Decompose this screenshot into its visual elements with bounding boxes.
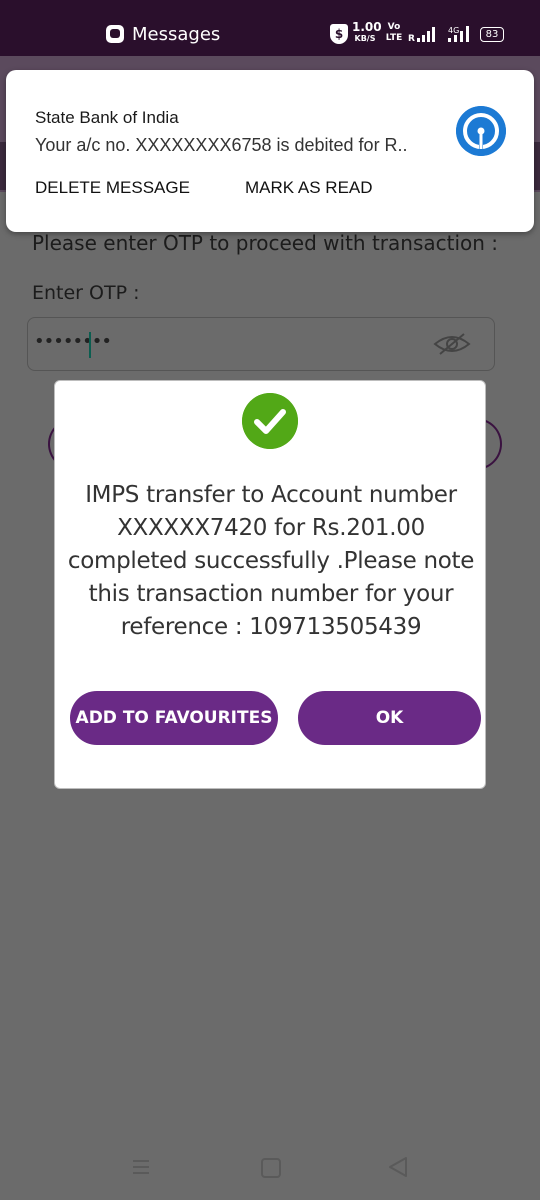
otp-label: Enter OTP :	[32, 282, 140, 304]
status-bar: Messages $ 1.00 KB/S Vo LTE R 4G 83	[0, 0, 540, 56]
notification-preview: Your a/c no. XXXXXXXX6758 is debited for…	[35, 135, 408, 155]
network-speed: 1.00 KB/S	[352, 21, 382, 44]
back-icon[interactable]	[387, 1155, 409, 1179]
otp-prompt: Please enter OTP to proceed with transac…	[32, 231, 499, 255]
network-speed-value: 1.00	[352, 20, 382, 34]
battery-indicator: 83	[480, 27, 504, 42]
svg-text:R: R	[408, 34, 415, 44]
shield-icon: $	[330, 24, 348, 44]
home-icon[interactable]	[261, 1158, 281, 1178]
notification-sender: State Bank of India	[35, 108, 179, 127]
volte-indicator: Vo LTE	[384, 22, 404, 44]
eye-off-icon[interactable]	[432, 330, 472, 358]
delete-message-button[interactable]: DELETE MESSAGE	[35, 178, 190, 198]
ok-button[interactable]: OK	[298, 691, 481, 745]
network-speed-unit: KB/S	[354, 34, 376, 43]
transfer-success-message: IMPS transfer to Account number XXXXXX74…	[67, 482, 475, 640]
signal-roaming-icon: R	[408, 27, 435, 44]
otp-masked-value: ••••••••	[34, 331, 112, 352]
add-to-favourites-button[interactable]: ADD TO FAVOURITES	[70, 691, 278, 745]
sbi-logo-icon	[456, 106, 506, 156]
sim2-network-label: 4G	[448, 26, 459, 35]
mark-as-read-button[interactable]: MARK AS READ	[245, 178, 373, 198]
signal-4g-icon: 4G	[448, 26, 469, 42]
recents-icon[interactable]	[131, 1157, 151, 1177]
volte-top: Vo	[387, 22, 401, 32]
otp-input[interactable]: ••••••••	[27, 317, 495, 371]
volte-bottom: LTE	[385, 33, 403, 43]
sms-notification[interactable]: State Bank of India Your a/c no. XXXXXXX…	[6, 70, 534, 232]
messages-app-icon	[106, 25, 124, 43]
check-circle-icon	[242, 393, 298, 449]
status-app-name: Messages	[132, 24, 221, 45]
text-cursor	[89, 332, 91, 358]
navigation-bar	[0, 1140, 540, 1200]
success-dialog: IMPS transfer to Account number XXXXXX74…	[54, 380, 486, 789]
